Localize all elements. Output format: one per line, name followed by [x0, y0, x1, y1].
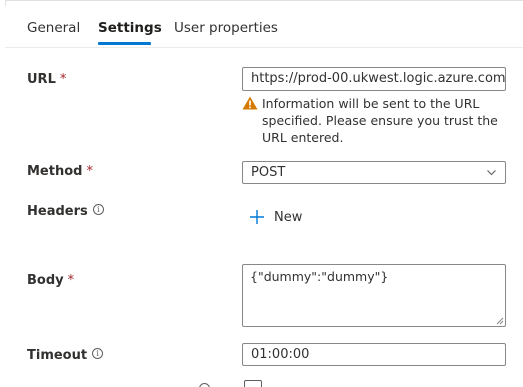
url-input[interactable]: https://prod-00.ukwest.logic.azure.com:4… [242, 67, 506, 91]
headers-label: Headers i [27, 204, 104, 219]
method-label: Method * [27, 164, 93, 179]
info-icon[interactable]: i [92, 348, 104, 359]
required-marker: * [59, 72, 67, 87]
tab-settings[interactable]: Settings [98, 20, 162, 36]
method-label-text: Method [27, 164, 83, 179]
required-marker: * [67, 273, 75, 288]
active-tab-indicator [98, 42, 151, 45]
info-icon[interactable] [199, 383, 210, 387]
timeout-label-text: Timeout [27, 348, 88, 363]
body-textarea[interactable]: {"dummy":"dummy"} [242, 264, 506, 327]
chevron-down-icon [487, 170, 496, 176]
timeout-label: Timeout i [27, 348, 104, 363]
panel-top-border [5, 0, 523, 6]
url-warning: Information will be sent to the URL spec… [242, 95, 512, 146]
add-header-label: New [274, 209, 303, 225]
method-select-value: POST [251, 165, 286, 180]
body-textarea-value: {"dummy":"dummy"} [250, 269, 389, 284]
required-marker: * [86, 164, 93, 179]
body-label-text: Body [27, 273, 64, 288]
tab-general[interactable]: General [27, 20, 80, 36]
timeout-input[interactable]: 01:00:00 [242, 343, 506, 366]
checkbox[interactable] [244, 380, 262, 387]
url-warning-text: Information will be sent to the URL spec… [262, 96, 498, 145]
info-icon[interactable]: i [92, 204, 104, 215]
add-header-button[interactable]: New [249, 207, 302, 227]
url-label: URL * [27, 72, 66, 87]
method-select[interactable]: POST [242, 161, 506, 184]
tab-user-properties[interactable]: User properties [174, 20, 278, 36]
headers-label-text: Headers [27, 204, 88, 219]
plus-icon [250, 210, 264, 224]
body-label: Body * [27, 273, 74, 288]
tab-divider [5, 47, 523, 48]
warning-triangle-icon [242, 96, 258, 110]
url-label-text: URL [27, 72, 56, 87]
resize-grip-icon[interactable] [496, 317, 504, 325]
